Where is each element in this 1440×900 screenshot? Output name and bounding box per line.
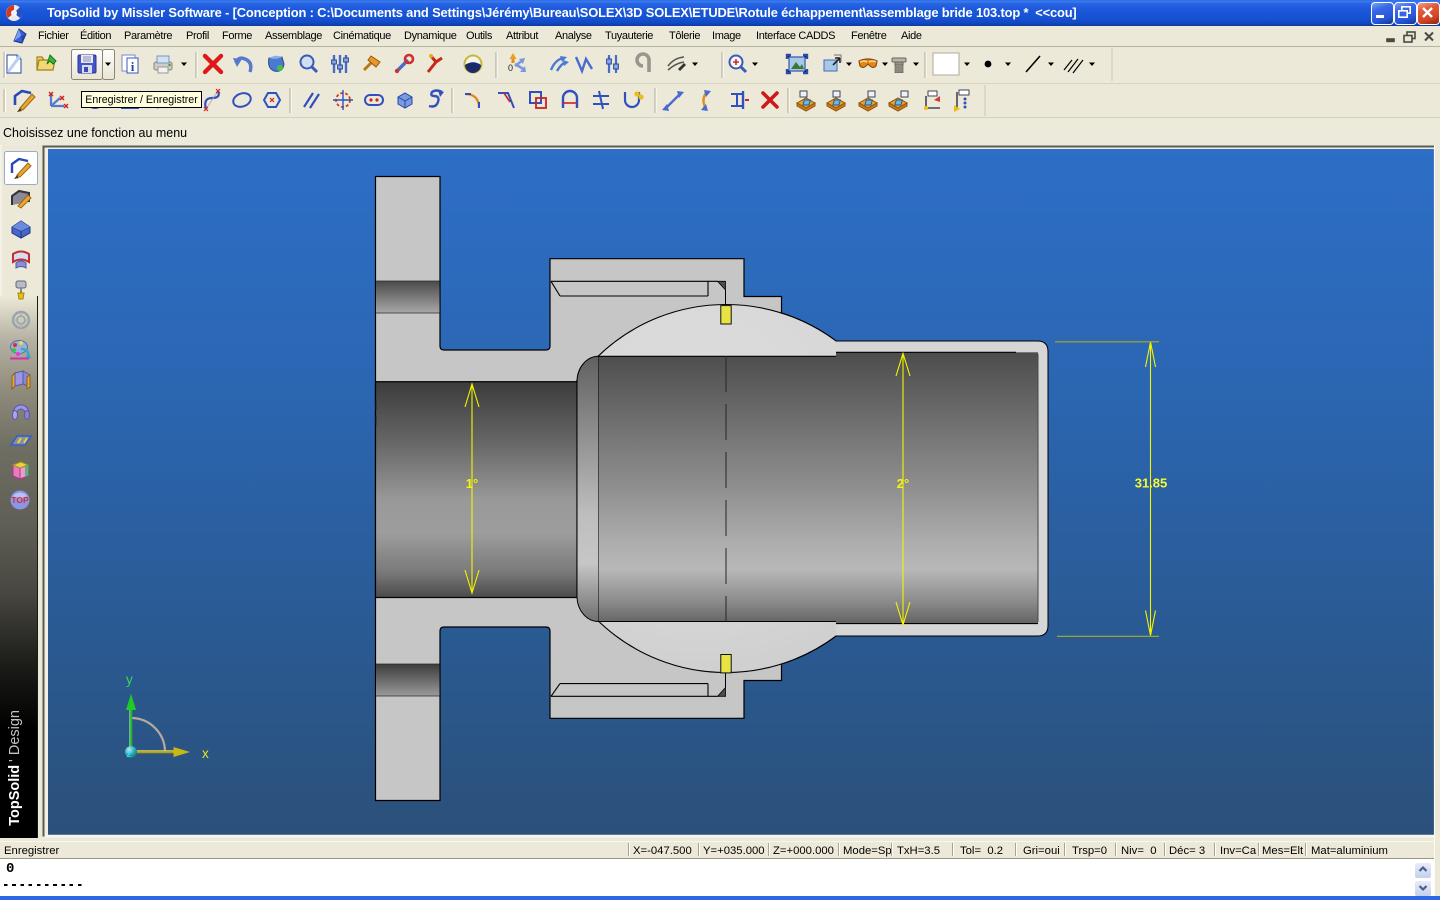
svg-text:0: 0 <box>508 63 513 73</box>
svg-text:i: i <box>131 59 135 74</box>
svg-text:TOP: TOP <box>11 495 29 505</box>
